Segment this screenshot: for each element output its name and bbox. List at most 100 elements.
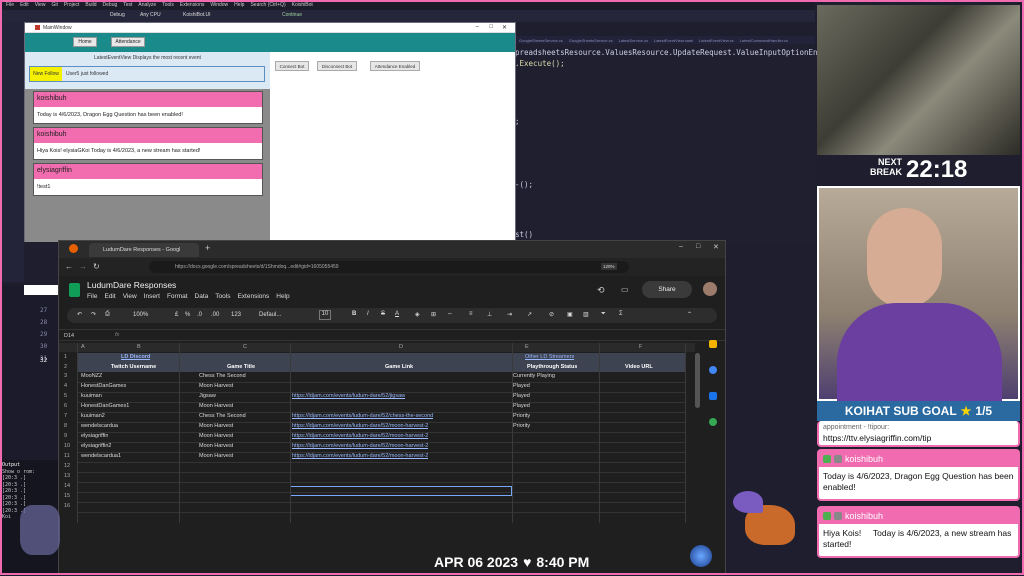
continue-button[interactable]: Continue bbox=[282, 12, 302, 18]
menu-insert[interactable]: Insert bbox=[144, 293, 160, 300]
menu-file[interactable]: File bbox=[87, 293, 97, 300]
col-letter[interactable]: D bbox=[399, 344, 403, 350]
text-color-icon[interactable]: A bbox=[395, 311, 399, 317]
align-icon[interactable]: ≡ bbox=[469, 311, 473, 317]
rotate-icon[interactable]: ↗ bbox=[527, 311, 532, 318]
cell-game-title[interactable]: Moon Harvest bbox=[199, 443, 233, 449]
percent-button[interactable]: % bbox=[185, 312, 190, 318]
strikethrough-icon[interactable]: S bbox=[381, 311, 385, 317]
col-letter[interactable]: C bbox=[243, 344, 247, 350]
cell-game-title[interactable]: Chess The Second bbox=[199, 413, 246, 419]
col-letter[interactable]: A bbox=[81, 344, 85, 350]
menu-view[interactable]: View bbox=[123, 293, 137, 300]
cell-username[interactable]: HonestDanGames1 bbox=[81, 403, 129, 409]
font-select[interactable]: Defaul... bbox=[259, 312, 281, 318]
decrease-decimal-button[interactable]: .0 bbox=[197, 312, 202, 318]
cell-username[interactable]: MooNZZ bbox=[81, 373, 102, 379]
browser-tab[interactable]: LudumDare Responses - Googl bbox=[89, 243, 199, 257]
wrap-icon[interactable]: ⇥ bbox=[507, 311, 512, 318]
minimize-icon[interactable]: – bbox=[476, 24, 479, 30]
vs-menu-item[interactable]: Debug bbox=[103, 2, 118, 8]
vs-menu-item[interactable]: View bbox=[35, 2, 46, 8]
vs-menu-item[interactable]: Window bbox=[210, 2, 228, 8]
fill-color-icon[interactable]: ◈ bbox=[415, 311, 420, 318]
redo-icon[interactable]: ↷ bbox=[91, 311, 96, 318]
cell-game-link[interactable]: https://ldjam.com/events/ludum-dare/52/c… bbox=[292, 413, 433, 419]
startup-project-select[interactable]: KoishiBot.UI bbox=[183, 12, 211, 18]
history-icon[interactable]: ⟲ bbox=[597, 285, 605, 296]
functions-icon[interactable]: Σ bbox=[619, 311, 623, 317]
editor-tab[interactable]: LatestEventView.cs bbox=[699, 38, 734, 43]
filter-icon[interactable]: ⏷ bbox=[601, 311, 606, 318]
col-letter[interactable]: B bbox=[137, 344, 141, 350]
tasks-icon[interactable] bbox=[709, 366, 717, 374]
italic-icon[interactable]: I bbox=[367, 311, 369, 317]
cell-game-link[interactable]: https://ldjam.com/events/ludum-dare/52/m… bbox=[292, 423, 428, 429]
cell-game-title[interactable]: Moon Harvest bbox=[199, 383, 233, 389]
back-icon[interactable]: ← bbox=[65, 262, 73, 271]
header-cell[interactable]: Playthrough Status bbox=[527, 364, 577, 370]
close-icon[interactable]: ✕ bbox=[502, 24, 507, 31]
cell-game-link[interactable]: https://ldjam.com/events/ludum-dare/52/j… bbox=[292, 393, 405, 399]
comment-icon[interactable]: ▭ bbox=[621, 285, 629, 294]
cell-username[interactable]: elysiagriffin bbox=[81, 433, 108, 439]
col-letter[interactable]: E bbox=[525, 344, 529, 350]
editor-tab[interactable]: GoogleSheetsService.cs bbox=[519, 38, 563, 43]
zoom-badge[interactable]: 120% bbox=[601, 263, 617, 270]
col-letter[interactable]: F bbox=[639, 344, 642, 350]
cell-game-title[interactable]: Moon Harvest bbox=[199, 433, 233, 439]
vs-menu-item[interactable]: Analyze bbox=[138, 2, 156, 8]
editor-tab[interactable]: GoogleSheetsService.cs bbox=[569, 38, 613, 43]
vs-menu-item[interactable]: Git bbox=[51, 2, 57, 8]
chart-icon[interactable]: ▥ bbox=[583, 311, 589, 318]
valign-icon[interactable]: ⊥ bbox=[487, 311, 492, 318]
menu-tools[interactable]: Tools bbox=[215, 293, 230, 300]
number-format-button[interactable]: 123 bbox=[231, 312, 241, 318]
find-box[interactable] bbox=[24, 285, 58, 295]
editor-tab[interactable]: LatestEventView.xaml bbox=[654, 38, 693, 43]
vertical-scrollbar[interactable] bbox=[695, 353, 700, 408]
menu-help[interactable]: Help bbox=[276, 293, 289, 300]
formula-input[interactable] bbox=[129, 331, 719, 340]
connect-bot-button[interactable]: Connect Bot bbox=[275, 61, 309, 71]
editor-tab[interactable]: LatestService.cs bbox=[619, 38, 648, 43]
cell-status[interactable]: Played bbox=[513, 383, 530, 389]
increase-decimal-button[interactable]: .00 bbox=[211, 312, 219, 318]
header-cell[interactable]: Game Link bbox=[385, 364, 413, 370]
maximize-icon[interactable]: □ bbox=[696, 243, 700, 250]
disconnect-bot-button[interactable]: Disconnect Bot bbox=[317, 61, 357, 71]
reload-icon[interactable]: ↻ bbox=[93, 262, 100, 271]
cell-username[interactable]: kuuiman bbox=[81, 393, 102, 399]
platform-select[interactable]: Any CPU bbox=[140, 12, 161, 18]
selected-cell[interactable] bbox=[290, 486, 512, 496]
spreadsheet-grid[interactable]: A B C D E F 1 2 LD Discord Other LD Stre… bbox=[59, 343, 725, 576]
share-button[interactable]: Share bbox=[642, 281, 692, 298]
address-bar[interactable]: https://docs.google.com/spreadsheets/d/1… bbox=[149, 261, 629, 273]
new-tab-icon[interactable]: + bbox=[205, 243, 210, 253]
calendar-icon[interactable] bbox=[709, 392, 717, 400]
header-cell[interactable]: Video URL bbox=[625, 364, 653, 370]
cell-game-title[interactable]: Jigsaw bbox=[199, 393, 216, 399]
cell-status[interactable]: Priority bbox=[513, 423, 530, 429]
vs-menu-item[interactable]: Search (Ctrl+Q) bbox=[250, 2, 285, 8]
undo-icon[interactable]: ↶ bbox=[77, 311, 82, 318]
collapse-toolbar-icon[interactable]: ⌃ bbox=[687, 311, 692, 318]
maximize-icon[interactable]: □ bbox=[489, 24, 493, 30]
menu-extensions[interactable]: Extensions bbox=[237, 293, 269, 300]
header-cell[interactable]: Twitch Username bbox=[111, 364, 156, 370]
vs-menu-item[interactable]: Edit bbox=[20, 2, 29, 8]
forward-icon[interactable]: → bbox=[79, 262, 87, 271]
menu-format[interactable]: Format bbox=[167, 293, 188, 300]
currency-button[interactable]: £ bbox=[175, 312, 178, 318]
name-box[interactable]: D14 bbox=[64, 333, 74, 339]
cell-game-link[interactable]: https://ldjam.com/events/ludum-dare/52/m… bbox=[292, 453, 428, 459]
attendance-nav-button[interactable]: Attendance bbox=[111, 37, 145, 47]
vs-menu-item[interactable]: File bbox=[6, 2, 14, 8]
cell-game-title[interactable]: Moon Harvest bbox=[199, 403, 233, 409]
document-title[interactable]: LudumDare Responses bbox=[87, 280, 176, 290]
print-icon[interactable]: ⎙ bbox=[105, 311, 110, 318]
vs-menu-item[interactable]: Tools bbox=[162, 2, 174, 8]
cell-status[interactable]: Currently Playing bbox=[513, 373, 555, 379]
menu-data[interactable]: Data bbox=[195, 293, 209, 300]
bold-icon[interactable]: B bbox=[352, 311, 356, 317]
